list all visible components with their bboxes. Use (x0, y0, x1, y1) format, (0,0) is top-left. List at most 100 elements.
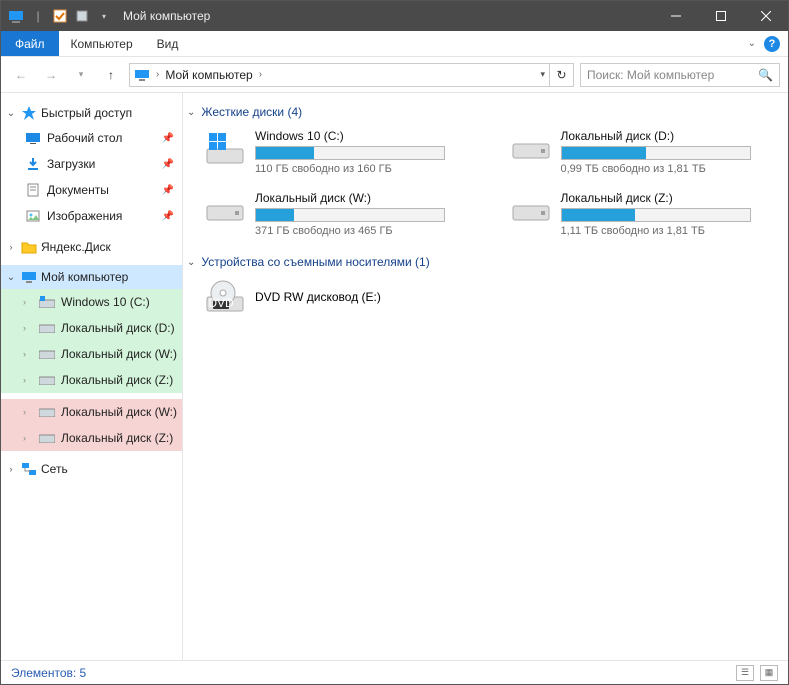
qat-properties-icon[interactable] (51, 7, 69, 25)
tree-my-computer[interactable]: ⌄ Мой компьютер (1, 265, 182, 289)
drive-usage-bar (255, 208, 445, 222)
pin-icon: 📌 (162, 185, 174, 196)
nav-forward-button[interactable]: → (39, 63, 63, 87)
drive-w[interactable]: Локальный диск (W:) 371 ГБ свободно из 4… (205, 191, 471, 237)
tree-drive-w-dup[interactable]: › Локальный диск (W:) (1, 399, 182, 425)
tree-downloads[interactable]: Загрузки 📌 (1, 151, 182, 177)
drive-d[interactable]: Локальный диск (D:) 0,99 ТБ свободно из … (511, 129, 777, 175)
chevron-right-icon[interactable]: › (23, 375, 33, 385)
drive-label: Локальный диск (D:) (561, 129, 761, 143)
drive-usage-fill (256, 147, 314, 159)
titlebar: | ▾ Мой компьютер (1, 1, 788, 31)
chevron-down-icon[interactable]: ⌄ (187, 257, 195, 268)
drive-icon (39, 320, 55, 336)
drive-icon (39, 404, 55, 420)
drive-usage-bar (561, 146, 751, 160)
chevron-right-icon[interactable]: › (23, 349, 33, 359)
drive-icon (39, 430, 55, 446)
chevron-down-icon[interactable]: ⌄ (5, 108, 17, 119)
drive-label: Windows 10 (C:) (255, 129, 455, 143)
computer-icon (134, 67, 150, 83)
chevron-right-icon[interactable]: › (5, 242, 17, 252)
tree-drive-w[interactable]: › Локальный диск (W:) (1, 341, 182, 367)
ribbon-expand-icon[interactable]: ⌄ (748, 38, 756, 49)
system-icon[interactable] (7, 7, 25, 25)
tree-pictures[interactable]: Изображения 📌 (1, 203, 182, 229)
view-details-button[interactable]: ☰ (736, 665, 754, 681)
minimize-button[interactable] (653, 1, 698, 31)
chevron-right-icon[interactable]: › (23, 323, 33, 333)
view-large-icons-button[interactable]: ▦ (760, 665, 778, 681)
chevron-down-icon[interactable]: ⌄ (5, 272, 17, 283)
drive-usage-fill (562, 147, 647, 159)
chevron-right-icon[interactable]: › (23, 433, 33, 443)
drive-free-text: 110 ГБ свободно из 160 ГБ (255, 163, 455, 175)
tree-desktop[interactable]: Рабочий стол 📌 (1, 125, 182, 151)
drive-usage-bar (255, 146, 445, 160)
network-icon (21, 461, 37, 477)
section-hard-drives[interactable]: ⌄ Жесткие диски (4) (187, 105, 776, 119)
search-placeholder: Поиск: Мой компьютер (587, 68, 758, 82)
refresh-button[interactable]: ↻ (550, 63, 574, 87)
search-icon[interactable]: 🔍 (758, 68, 773, 82)
qat-separator: | (29, 7, 47, 25)
nav-up-button[interactable]: ↑ (99, 63, 123, 87)
drive-label: DVD RW дисковод (E:) (255, 290, 381, 304)
drive-windows-icon (205, 129, 245, 169)
star-icon (21, 105, 37, 121)
section-removable[interactable]: ⌄ Устройства со съемными носителями (1) (187, 255, 776, 269)
drive-icon (205, 191, 245, 231)
address-dropdown-icon[interactable]: ▾ (540, 69, 545, 80)
drive-icon (39, 372, 55, 388)
content-pane: ⌄ Жесткие диски (4) Windows 10 (C:) 110 … (183, 93, 788, 660)
tree-drive-z-dup[interactable]: › Локальный диск (Z:) (1, 425, 182, 451)
chevron-right-icon[interactable]: › (156, 69, 159, 80)
maximize-button[interactable] (698, 1, 743, 31)
chevron-right-icon[interactable]: › (5, 464, 17, 474)
tree-yandex-disk[interactable]: › Яндекс.Диск (1, 235, 182, 259)
drive-windows-icon (39, 294, 55, 310)
drive-label: Локальный диск (W:) (255, 191, 455, 205)
svg-text:DVD: DVD (208, 296, 234, 310)
drive-icon (39, 346, 55, 362)
chevron-right-icon[interactable]: › (23, 407, 33, 417)
search-input[interactable]: Поиск: Мой компьютер 🔍 (580, 63, 780, 87)
menu-view[interactable]: Вид (145, 31, 191, 56)
nav-tree: ⌄ Быстрый доступ Рабочий стол 📌 Загрузки… (1, 93, 183, 660)
desktop-icon (25, 130, 41, 146)
drive-dvd[interactable]: DVD DVD RW дисковод (E:) (205, 279, 776, 315)
nav-back-button[interactable]: ← (9, 63, 33, 87)
tree-documents[interactable]: Документы 📌 (1, 177, 182, 203)
drive-icon (511, 129, 551, 169)
close-button[interactable] (743, 1, 788, 31)
drive-usage-fill (562, 209, 635, 221)
nav-recent-dropdown[interactable]: ▾ (69, 63, 93, 87)
address-bar[interactable]: › Мой компьютер › ▾ (129, 63, 550, 87)
downloads-icon (25, 156, 41, 172)
menu-computer[interactable]: Компьютер (59, 31, 145, 56)
tree-network[interactable]: › Сеть (1, 457, 182, 481)
drive-free-text: 1,11 ТБ свободно из 1,81 ТБ (561, 225, 761, 237)
qat-new-icon[interactable] (73, 7, 91, 25)
status-item-count: Элементов: 5 (11, 666, 86, 680)
tree-quick-access[interactable]: ⌄ Быстрый доступ (1, 101, 182, 125)
qat-dropdown-icon[interactable]: ▾ (95, 7, 113, 25)
window-title: Мой компьютер (123, 9, 210, 23)
tree-drive-z[interactable]: › Локальный диск (Z:) (1, 367, 182, 393)
chevron-down-icon[interactable]: ⌄ (187, 107, 195, 118)
tree-drive-d[interactable]: › Локальный диск (D:) (1, 315, 182, 341)
chevron-right-icon[interactable]: › (259, 69, 262, 80)
breadcrumb-root[interactable]: Мой компьютер (165, 68, 252, 82)
drive-usage-fill (256, 209, 294, 221)
help-icon[interactable]: ? (764, 36, 780, 52)
pin-icon: 📌 (162, 133, 174, 144)
tree-drive-c[interactable]: › Windows 10 (C:) (1, 289, 182, 315)
folder-icon (21, 239, 37, 255)
dvd-drive-icon: DVD (205, 279, 245, 315)
address-row: ← → ▾ ↑ › Мой компьютер › ▾ ↻ Поиск: Мой… (1, 57, 788, 93)
drive-label: Локальный диск (Z:) (561, 191, 761, 205)
menu-file[interactable]: Файл (1, 31, 59, 56)
chevron-right-icon[interactable]: › (23, 297, 33, 307)
drive-z[interactable]: Локальный диск (Z:) 1,11 ТБ свободно из … (511, 191, 777, 237)
drive-c[interactable]: Windows 10 (C:) 110 ГБ свободно из 160 Г… (205, 129, 471, 175)
